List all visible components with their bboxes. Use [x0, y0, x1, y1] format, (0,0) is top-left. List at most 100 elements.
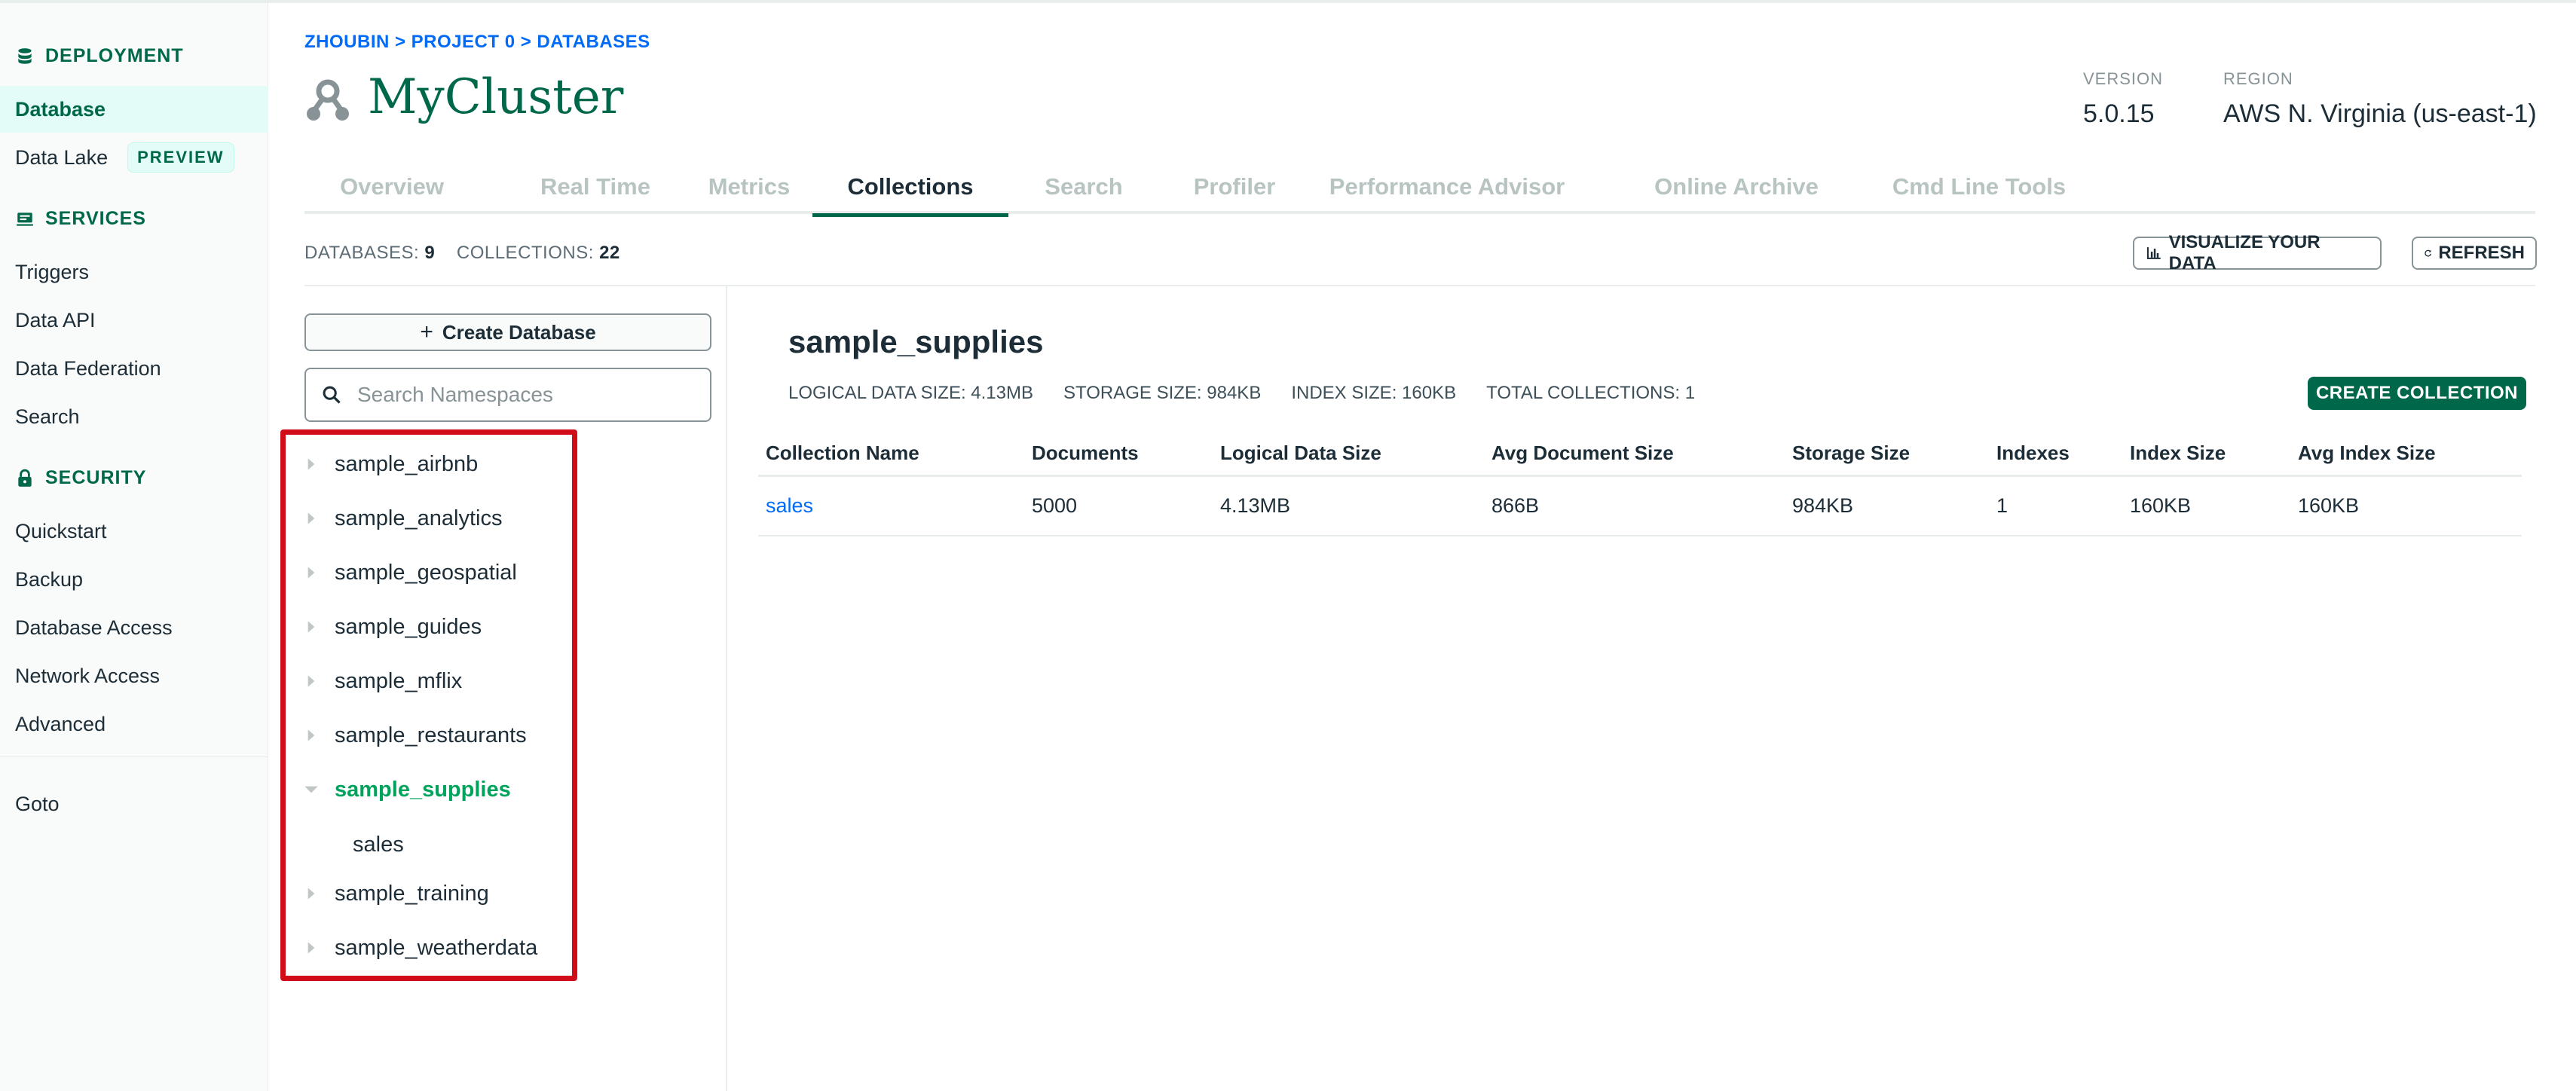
- search-namespaces-field[interactable]: [304, 368, 711, 422]
- sidebar-item-label: Triggers: [15, 260, 90, 283]
- sidebar-item-data-lake[interactable]: Data Lake PREVIEW: [0, 134, 268, 181]
- services-icon: [17, 212, 33, 226]
- column-header[interactable]: Index Size: [2130, 442, 2226, 465]
- sidebar-item-label: Goto: [15, 792, 60, 815]
- column-header[interactable]: Documents: [1032, 442, 1139, 465]
- sidebar-item-label: Data Federation: [15, 356, 161, 380]
- column-header[interactable]: Indexes: [1996, 442, 2070, 465]
- sidebar-item-label: Database Access: [15, 616, 173, 639]
- sidebar-item-goto[interactable]: Goto: [0, 781, 268, 827]
- db-tree-item[interactable]: sample_weatherdata: [301, 926, 537, 970]
- sidebar-item-quickstart[interactable]: Quickstart: [0, 508, 268, 555]
- refresh-label: REFRESH: [2438, 243, 2525, 263]
- tab-performance-advisor[interactable]: Performance Advisor: [1319, 169, 1575, 214]
- db-tree-item-selected[interactable]: sample_supplies: [301, 768, 511, 811]
- db-name: sample_training: [335, 881, 489, 906]
- column-header[interactable]: Storage Size: [1792, 442, 1910, 465]
- table-row-divider: [758, 535, 2522, 536]
- region-label: REGION: [2223, 69, 2293, 88]
- tab-metrics[interactable]: Metrics: [674, 169, 825, 214]
- sidebar-item-data-api[interactable]: Data API: [0, 297, 268, 344]
- tab-real-time[interactable]: Real Time: [508, 169, 683, 214]
- preview-badge: PREVIEW: [127, 142, 234, 173]
- visualize-data-button[interactable]: VISUALIZE YOUR DATA: [2133, 232, 2382, 274]
- table-cell: 160KB: [2130, 494, 2192, 517]
- caret-right-icon: [307, 675, 315, 687]
- tab-overview[interactable]: Overview: [304, 169, 479, 214]
- db-tree-item[interactable]: sample_mflix: [301, 659, 462, 703]
- sidebar-divider: [0, 756, 268, 757]
- caret-right-icon: [307, 567, 315, 579]
- collection-name: sales: [353, 832, 404, 857]
- db-tree-item[interactable]: sample_restaurants: [301, 714, 527, 757]
- column-header[interactable]: Logical Data Size: [1220, 442, 1381, 465]
- sidebar-item-label: Database: [15, 97, 106, 121]
- search-namespaces-input[interactable]: [357, 383, 704, 407]
- db-tree-item[interactable]: sample_guides: [301, 605, 482, 649]
- sidebar-section-security: SECURITY: [15, 467, 146, 489]
- db-tree-item[interactable]: sample_analytics: [301, 497, 502, 540]
- caret-right-icon: [307, 458, 315, 470]
- database-icon: [18, 47, 32, 64]
- sidebar-section-label: DEPLOYMENT: [45, 45, 184, 66]
- tab-collections[interactable]: Collections: [812, 169, 1008, 217]
- databases-count: 9: [424, 243, 436, 263]
- tab-profiler[interactable]: Profiler: [1159, 169, 1310, 214]
- collections-count-label: COLLECTIONS:: [456, 243, 594, 263]
- breadcrumb[interactable]: ZHOUBIN > PROJECT 0 > DATABASES: [304, 32, 650, 53]
- db-tree-item[interactable]: sample_geospatial: [301, 551, 517, 594]
- panel-splitter[interactable]: [726, 286, 727, 1091]
- caret-right-icon: [307, 512, 315, 524]
- sidebar-item-data-federation[interactable]: Data Federation: [0, 345, 268, 392]
- collection-link[interactable]: sales: [766, 494, 813, 518]
- table-header-divider: [758, 475, 2522, 477]
- caret-right-icon: [307, 729, 315, 741]
- create-database-button[interactable]: + Create Database: [304, 313, 711, 351]
- sidebar-section-deployment: DEPLOYMENT: [15, 45, 184, 67]
- sidebar-item-backup[interactable]: Backup: [0, 556, 268, 603]
- sidebar: DEPLOYMENT Database Data Lake PREVIEW SE…: [0, 3, 268, 1091]
- create-collection-button[interactable]: CREATE COLLECTION: [2308, 377, 2526, 410]
- column-header[interactable]: Avg Index Size: [2298, 442, 2436, 465]
- sidebar-item-triggers[interactable]: Triggers: [0, 249, 268, 295]
- sidebar-item-label: Network Access: [15, 664, 161, 687]
- caret-right-icon: [307, 942, 315, 954]
- db-name: sample_airbnb: [335, 451, 479, 476]
- sidebar-item-database[interactable]: Database: [0, 86, 268, 133]
- sidebar-section-label: SERVICES: [45, 208, 146, 229]
- column-header[interactable]: Collection Name: [766, 442, 919, 465]
- storage-size: STORAGE SIZE: 984KB: [1063, 383, 1262, 403]
- sidebar-item-advanced[interactable]: Advanced: [0, 701, 268, 747]
- index-size: INDEX SIZE: 160KB: [1291, 383, 1457, 403]
- sidebar-section-label: SECURITY: [45, 467, 147, 488]
- databases-count-label: DATABASES:: [304, 243, 420, 263]
- refresh-button[interactable]: REFRESH: [2412, 237, 2537, 270]
- table-cell: 4.13MB: [1220, 494, 1291, 517]
- db-name: sample_geospatial: [335, 560, 517, 585]
- cluster-icon: [307, 79, 349, 121]
- db-tree-item[interactable]: sample_airbnb: [301, 442, 478, 486]
- sidebar-item-label: Advanced: [15, 712, 106, 735]
- sidebar-item-network-access[interactable]: Network Access: [0, 652, 268, 699]
- sidebar-item-search[interactable]: Search: [0, 393, 268, 440]
- caret-down-icon: [304, 786, 318, 793]
- db-tree-item[interactable]: sample_training: [301, 872, 489, 915]
- tab-online-archive[interactable]: Online Archive: [1631, 169, 1842, 214]
- sidebar-section-services: SERVICES: [15, 208, 146, 230]
- tab-bar: Overview Real Time Metrics Collections S…: [304, 169, 2535, 217]
- tab-search[interactable]: Search: [1008, 169, 1159, 214]
- logical-data-size: LOGICAL DATA SIZE: 4.13MB: [788, 383, 1033, 403]
- region-block: REGION AWS N. Virginia (us-east-1): [2223, 69, 2537, 129]
- search-icon: [323, 386, 341, 404]
- bar-chart-icon: [2146, 247, 2161, 259]
- plus-icon: +: [420, 319, 433, 344]
- sidebar-item-label: Search: [15, 405, 80, 428]
- table-cell: 5000: [1032, 494, 1078, 517]
- collection-tree-item[interactable]: sales: [353, 823, 404, 866]
- column-header[interactable]: Avg Document Size: [1491, 442, 1674, 465]
- db-name: sample_analytics: [335, 506, 503, 530]
- collections-count: 22: [599, 243, 620, 263]
- tab-cmd-line-tools[interactable]: Cmd Line Tools: [1866, 169, 2092, 214]
- sidebar-item-database-access[interactable]: Database Access: [0, 604, 268, 651]
- version-block: VERSION 5.0.15: [2083, 69, 2163, 129]
